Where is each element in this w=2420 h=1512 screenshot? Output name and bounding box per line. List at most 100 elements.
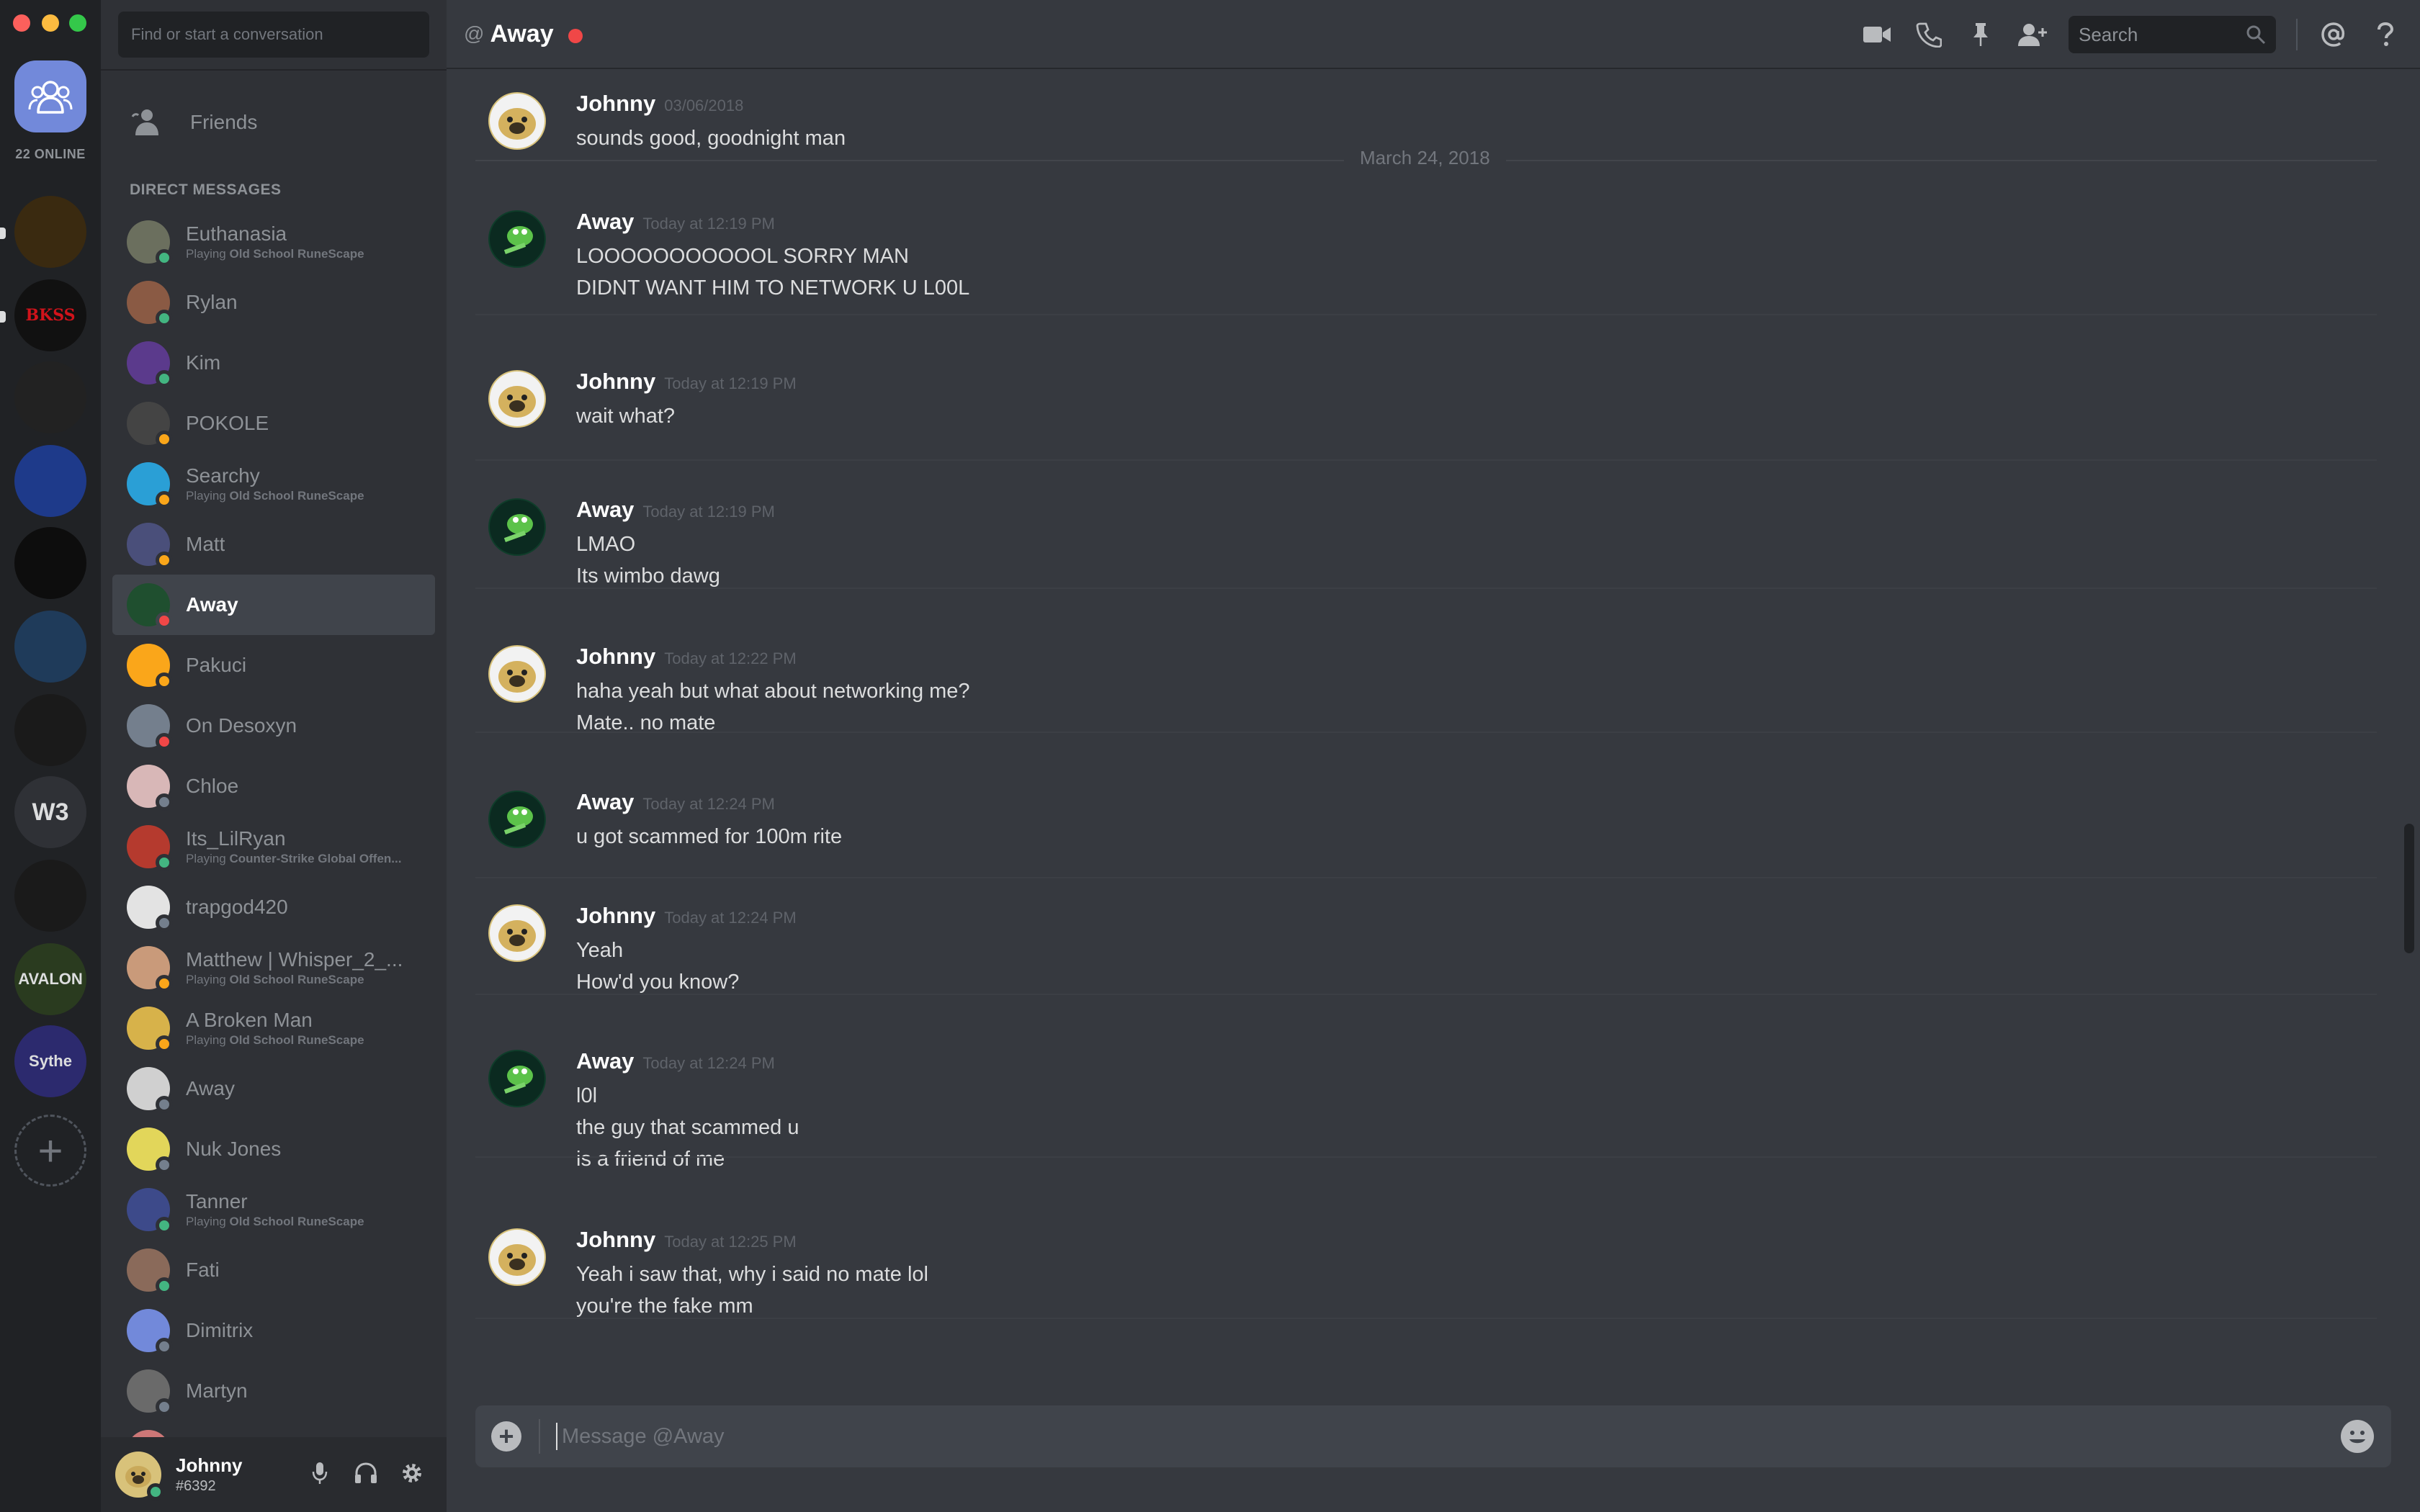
dm-item[interactable]: Nuk Jones	[112, 1119, 435, 1179]
activity-game: Old School RuneScape	[229, 1215, 364, 1228]
dm-item[interactable]: On Desoxyn	[112, 696, 435, 756]
dm-item[interactable]: Matt	[112, 514, 435, 575]
message-avatar[interactable]	[488, 210, 546, 268]
message-author[interactable]: Away	[576, 209, 634, 235]
message-separator	[475, 732, 2377, 733]
dm-item[interactable]: Its_LilRyan Playing Counter-Strike Global…	[112, 816, 435, 877]
server-red-creature[interactable]	[14, 860, 86, 932]
window-maximize-button[interactable]	[69, 14, 86, 32]
dm-item[interactable]: Martyn	[112, 1361, 435, 1421]
dm-item[interactable]: trapgod420	[112, 877, 435, 937]
message-author[interactable]: Away	[576, 789, 634, 815]
dm-item[interactable]: Searchy Playing Old School RuneScape	[112, 454, 435, 514]
message-separator	[475, 459, 2377, 461]
server-planet-emblem[interactable]	[14, 611, 86, 683]
message-avatar[interactable]	[488, 904, 546, 962]
dm-item[interactable]: Matthew | Whisper_2_... Playing Old Schoo…	[112, 937, 435, 998]
server-portrait[interactable]	[14, 361, 86, 433]
dm-item[interactable]: POKOLE	[112, 393, 435, 454]
message-avatar[interactable]	[488, 370, 546, 428]
dm-avatar	[127, 1188, 173, 1234]
dm-item[interactable]: Kim	[112, 333, 435, 393]
server-w3[interactable]: W3	[14, 776, 86, 848]
deafen-button[interactable]	[353, 1459, 379, 1488]
message-avatar[interactable]	[488, 791, 546, 848]
emoji-picker-button[interactable]	[2341, 1420, 2374, 1453]
message-author[interactable]: Johnny	[576, 91, 655, 117]
message-avatar[interactable]	[488, 92, 546, 150]
dm-item[interactable]: Dimitrix	[112, 1300, 435, 1361]
home-friends-button[interactable]	[14, 60, 86, 132]
mute-microphone-button[interactable]	[307, 1459, 333, 1488]
upload-file-button[interactable]: +	[491, 1421, 521, 1452]
microphone-icon	[312, 1462, 328, 1484]
message-author[interactable]: Away	[576, 1048, 634, 1074]
message-avatar[interactable]	[488, 1228, 546, 1286]
search-input[interactable]: Search	[2069, 16, 2276, 53]
start-video-call-button[interactable]	[1861, 19, 1893, 50]
server-horned-helmet[interactable]	[14, 196, 86, 268]
window-minimize-button[interactable]	[42, 14, 59, 32]
add-server-button[interactable]: +	[14, 1115, 86, 1187]
user-name: Johnny	[176, 1454, 243, 1476]
server-avalon[interactable]: AVALON	[14, 943, 86, 1015]
help-button[interactable]	[2370, 19, 2401, 50]
dm-avatar	[127, 220, 173, 266]
dm-item[interactable]: Rylan	[112, 272, 435, 333]
message-group: Johnny Today at 12:19 PM wait what?	[475, 356, 2377, 445]
server-monster-face[interactable]	[14, 527, 86, 599]
message-author[interactable]: Away	[576, 1372, 634, 1374]
message-composer: +	[475, 1405, 2391, 1467]
user-settings-button[interactable]	[399, 1459, 425, 1488]
find-conversation-input[interactable]: Find or start a conversation	[118, 12, 429, 58]
mentions-button[interactable]	[2318, 19, 2349, 50]
server-sythe[interactable]: Sythe	[14, 1025, 86, 1097]
pinned-messages-button[interactable]	[1965, 19, 1996, 50]
dm-item[interactable]: Euthanasia Playing Old School RuneScape	[112, 212, 435, 272]
window-close-button[interactable]	[13, 14, 30, 32]
start-voice-call-button[interactable]	[1913, 19, 1945, 50]
dm-item[interactable]: Pakuci	[112, 635, 435, 696]
message-author[interactable]: Johnny	[576, 1227, 655, 1253]
dm-item[interactable]	[112, 1421, 435, 1437]
dm-item[interactable]: Fati	[112, 1240, 435, 1300]
server-globe-emblem[interactable]	[14, 445, 86, 517]
dm-name: POKOLE	[186, 412, 269, 434]
user-avatar[interactable]	[115, 1452, 164, 1500]
add-friend-to-dm-button[interactable]	[2017, 19, 2048, 50]
message-author[interactable]: Johnny	[576, 369, 655, 395]
pug-avatar-icon	[490, 1230, 544, 1284]
dm-name: Away	[186, 593, 238, 616]
dm-item[interactable]: Chloe	[112, 756, 435, 816]
dm-item[interactable]: Tanner Playing Old School RuneScape	[112, 1179, 435, 1240]
plus-icon: +	[37, 1126, 63, 1175]
status-indicator	[156, 1035, 173, 1053]
status-indicator	[156, 793, 173, 811]
message-author[interactable]: Away	[576, 497, 634, 523]
dm-avatar	[127, 402, 173, 448]
chat-scrollbar[interactable]	[2404, 824, 2414, 953]
message-avatar[interactable]	[488, 1050, 546, 1107]
dm-avatar	[127, 1128, 173, 1174]
server-bkss[interactable]: BKSS	[14, 279, 86, 351]
message-author[interactable]: Johnny	[576, 903, 655, 929]
message-avatar[interactable]	[488, 498, 546, 556]
friends-nav-item[interactable]: Friends	[112, 98, 435, 147]
message-avatar[interactable]	[488, 645, 546, 703]
dm-name: Rylan	[186, 291, 238, 313]
frog-avatar-icon	[490, 792, 544, 847]
message-group: Away Today at 12:24 PM l0l the guy that sca…	[475, 1035, 2377, 1188]
dm-item[interactable]: A Broken Man Playing Old School RuneScape	[112, 998, 435, 1058]
dm-item[interactable]: Away	[112, 1058, 435, 1119]
status-indicator	[156, 733, 173, 750]
message-group: Away Today at 12:24 PM u got scammed for 1…	[475, 776, 2377, 865]
dm-activity: Playing Old School RuneScape	[186, 489, 364, 503]
dm-item[interactable]: Away	[112, 575, 435, 635]
server-soldier[interactable]	[14, 694, 86, 766]
pug-avatar-icon	[490, 906, 544, 960]
dm-avatar	[127, 281, 173, 327]
message-author[interactable]: Johnny	[576, 644, 655, 670]
dm-name: Nuk Jones	[186, 1138, 282, 1160]
message-input[interactable]	[556, 1423, 2341, 1450]
direct-messages-heading: DIRECT MESSAGES	[130, 181, 282, 198]
